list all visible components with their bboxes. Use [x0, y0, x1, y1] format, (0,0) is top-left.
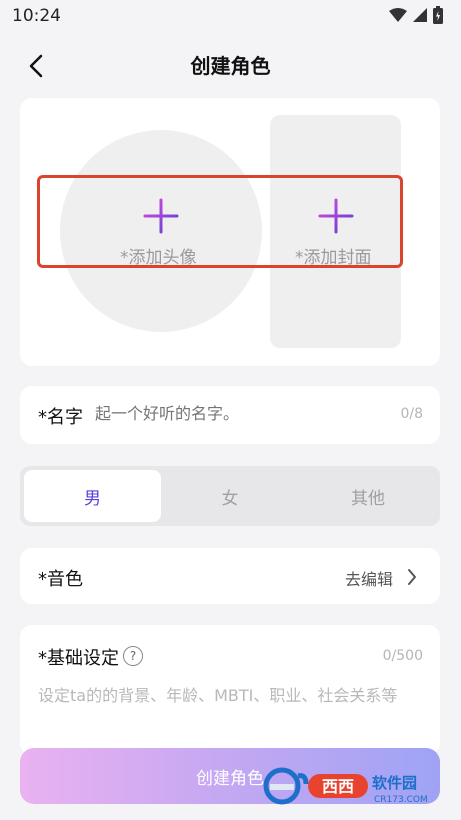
page-title: 创建角色 — [190, 54, 271, 78]
name-label: *名字 — [38, 407, 83, 428]
watermark-url: CR173.COM — [374, 795, 428, 805]
gender-option-female[interactable]: 女 — [161, 470, 299, 522]
gender-option-other[interactable]: 其他 — [299, 470, 437, 522]
signal-icon — [413, 8, 427, 22]
voice-edit-link[interactable]: 去编辑 — [345, 566, 393, 590]
wifi-icon — [389, 8, 407, 22]
name-char-count: 0/8 — [400, 406, 423, 422]
watermark-brand-b: 软件园 — [372, 774, 417, 792]
basic-settings-label: *基础设定 — [38, 648, 119, 669]
watermark-logo: 西西 软件园 CR173.COM — [262, 762, 442, 810]
basic-settings-textarea[interactable]: 设定ta的的背景、年龄、MBTI、职业、社会关系等 — [38, 682, 428, 709]
watermark-logo-icon: 西西 软件园 CR173.COM — [263, 767, 428, 805]
help-icon[interactable]: ? — [123, 646, 143, 666]
battery-icon — [433, 6, 443, 24]
voice-label: *音色 — [38, 569, 83, 590]
gender-option-male[interactable]: 男 — [24, 470, 161, 522]
chevron-right-icon[interactable] — [407, 568, 417, 586]
name-input[interactable] — [95, 404, 375, 423]
status-icons — [389, 6, 443, 24]
create-role-button-label: 创建角色 — [196, 768, 264, 789]
status-time: 10:24 — [12, 6, 61, 26]
basic-settings-char-count: 0/500 — [382, 648, 423, 664]
annotation-highlight-box — [37, 175, 403, 268]
watermark-brand-a: 西西 — [322, 777, 354, 796]
